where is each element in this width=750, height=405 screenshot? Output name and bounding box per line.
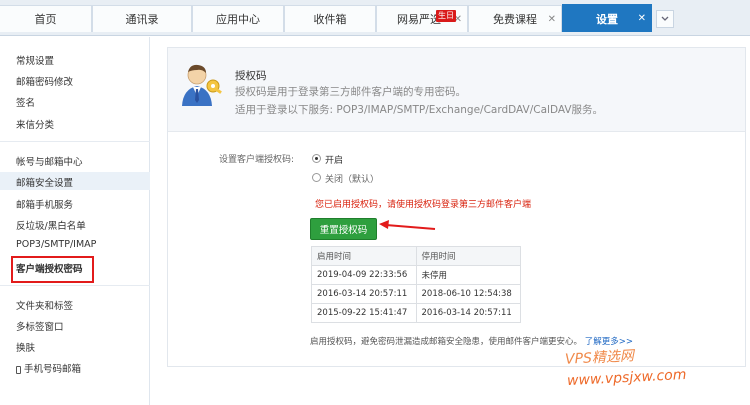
tab-inbox[interactable]: 收件箱: [284, 5, 376, 32]
tab-contacts[interactable]: 通讯录: [92, 5, 192, 32]
tab-bar: 首页 通讯录 应用中心 收件箱 网易严选 ✕ 免费课程 ✕ 设置 ✕ 生日: [0, 0, 750, 36]
divider: [0, 285, 150, 286]
radio-off-label[interactable]: 关闭（默认）: [325, 172, 379, 185]
tab-label: 收件箱: [313, 13, 347, 26]
column-header: 停用时间: [415, 246, 521, 266]
sidebar-item-pop3[interactable]: POP3/SMTP/IMAP: [16, 239, 96, 250]
sidebar-item-mobile-service[interactable]: 邮箱手机服务: [16, 197, 73, 211]
table-row: 2016-03-14 20:57:11 2018-06-10 12:54:38: [311, 284, 521, 304]
close-icon[interactable]: ✕: [638, 13, 646, 24]
birthday-badge: 生日: [436, 10, 456, 22]
warning-text: 您已启用授权码，请使用授权码登录第三方邮件客户端: [315, 200, 532, 210]
table-cell: 2015-09-22 15:41:47: [311, 303, 417, 323]
tab-home[interactable]: 首页: [0, 5, 92, 32]
table-cell: 2016-03-14 20:57:11: [415, 303, 521, 323]
table-row: 2015-09-22 15:41:47 2016-03-14 20:57:11: [311, 303, 521, 323]
table-cell: 2018-06-10 12:54:38: [415, 284, 521, 304]
auth-code-panel: 授权码 授权码是用于登录第三方邮件客户端的专用密码。 适用于登录以下服务: PO…: [167, 47, 746, 367]
watermark-url: www.vpsjxw.com: [566, 366, 687, 390]
table-cell: 2019-04-09 22:33:56: [311, 265, 417, 285]
table-header-row: 启用时间 停用时间: [311, 246, 521, 266]
tab-label: 首页: [34, 13, 57, 26]
sidebar-item-multi-tab[interactable]: 多标签窗口: [16, 319, 64, 333]
sidebar-item-phone-mail[interactable]: 手机号码邮箱: [16, 361, 81, 375]
auth-code-history-table: 启用时间 停用时间 2019-04-09 22:33:56 未停用 2016-0…: [311, 246, 521, 323]
sidebar-item-skin[interactable]: 换肤: [16, 340, 35, 354]
table-cell: 未停用: [415, 265, 521, 285]
tab-label: 设置: [596, 12, 618, 26]
sidebar-item-security[interactable]: 邮箱安全设置: [16, 175, 73, 189]
header-services: 适用于登录以下服务: POP3/IMAP/SMTP/Exchange/CardD…: [235, 104, 604, 116]
column-header: 启用时间: [311, 246, 417, 266]
sidebar-item-label: 手机号码邮箱: [24, 364, 82, 375]
tip-message: 启用授权码，避免密码泄漏造成邮箱安全隐患，使用邮件客户端更安心。: [310, 337, 583, 347]
settings-sidebar: 常规设置 邮箱密码修改 签名 来信分类 帐号与邮箱中心 邮箱安全设置 邮箱手机服…: [0, 37, 150, 405]
arrow-annotation-icon: [379, 220, 436, 230]
highlight-box: [11, 256, 94, 283]
tab-settings[interactable]: 设置 ✕: [562, 4, 652, 32]
panel-header: 授权码 授权码是用于登录第三方邮件客户端的专用密码。 适用于登录以下服务: PO…: [168, 48, 745, 132]
header-description: 授权码是用于登录第三方邮件客户端的专用密码。: [235, 86, 466, 98]
radio-off[interactable]: [312, 173, 321, 182]
table-cell: 2016-03-14 20:57:11: [311, 284, 417, 304]
close-icon[interactable]: ✕: [548, 14, 556, 25]
reset-auth-code-button[interactable]: 重置授权码: [310, 218, 377, 240]
tab-label: 网易严选: [397, 13, 441, 26]
phone-icon: [16, 365, 21, 374]
sidebar-item-mail-sorting[interactable]: 来信分类: [16, 117, 54, 131]
sidebar-item-spam[interactable]: 反垃圾/黑白名单: [16, 218, 86, 232]
radio-on[interactable]: [312, 154, 321, 163]
tab-app-center[interactable]: 应用中心: [192, 5, 284, 32]
sidebar-item-account-center[interactable]: 帐号与邮箱中心: [16, 154, 83, 168]
watermark-title: VPS精选网: [564, 348, 635, 368]
tab-label: 通讯录: [125, 13, 159, 26]
tabs-dropdown-button[interactable]: [656, 10, 674, 28]
tab-label: 应用中心: [216, 13, 260, 26]
header-title: 授权码: [235, 70, 267, 82]
tab-free-courses[interactable]: 免费课程 ✕: [468, 5, 562, 32]
auth-code-setting-label: 设置客户端授权码:: [219, 155, 295, 165]
user-key-icon: [182, 64, 222, 106]
sidebar-item-folders[interactable]: 文件夹和标签: [16, 298, 73, 312]
tab-label: 免费课程: [493, 13, 537, 26]
tip-text: 启用授权码，避免密码泄漏造成邮箱安全隐患，使用邮件客户端更安心。 了解更多>>: [310, 335, 633, 347]
radio-on-label[interactable]: 开启: [325, 153, 343, 166]
divider: [0, 141, 150, 142]
table-row: 2019-04-09 22:33:56 未停用: [311, 265, 521, 285]
sidebar-item-signature[interactable]: 签名: [16, 95, 35, 109]
sidebar-item-password[interactable]: 邮箱密码修改: [16, 74, 73, 88]
sidebar-item-general[interactable]: 常规设置: [16, 53, 54, 67]
chevron-down-icon: [661, 16, 669, 21]
